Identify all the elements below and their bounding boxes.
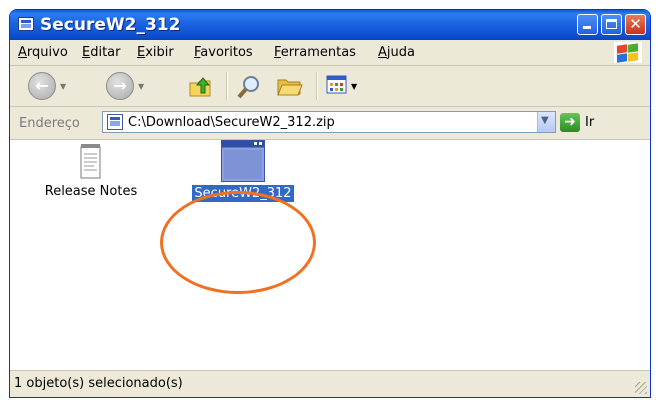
forward-arrow-icon: → [113, 76, 127, 95]
text-document-icon [80, 144, 101, 179]
menu-arquivo[interactable]: Arquivo [18, 45, 68, 60]
forward-dropdown-icon[interactable]: ▼ [138, 82, 144, 91]
folders-icon [277, 79, 303, 96]
file-item-release-notes[interactable]: Release Notes [36, 144, 146, 199]
menu-favoritos[interactable]: Favoritos [194, 45, 253, 60]
maximize-button[interactable] [601, 14, 622, 35]
views-button[interactable] [326, 74, 352, 98]
forward-button[interactable]: → [106, 72, 134, 100]
toolbar-separator [226, 72, 228, 100]
address-value: C:\Download\SecureW2_312.zip [128, 115, 335, 130]
address-bar: Endereço C:\Download\SecureW2_312.zip ▼ … [10, 107, 650, 140]
address-label: Endereço [19, 116, 80, 131]
application-window-icon [221, 140, 265, 182]
menu-exibir[interactable]: Exibir [137, 45, 174, 60]
toolbar-separator [316, 72, 318, 100]
go-arrow-icon: ➜ [564, 114, 576, 130]
highlight-annotation [160, 191, 316, 294]
minimize-button[interactable] [577, 14, 598, 35]
up-folder-icon [189, 77, 211, 97]
folders-button[interactable] [276, 74, 303, 98]
menu-ajuda[interactable]: Ajuda [378, 45, 415, 60]
up-folder-button[interactable] [188, 74, 214, 98]
close-button[interactable]: ✕ [625, 14, 646, 35]
minimize-icon [583, 26, 591, 29]
views-dropdown-icon[interactable]: ▼ [351, 82, 357, 91]
maximize-icon [606, 19, 617, 29]
search-button[interactable] [236, 74, 262, 99]
search-icon [237, 76, 259, 99]
title-bar[interactable]: SecureW2_312 ✕ [10, 10, 650, 40]
address-dropdown-button[interactable]: ▼ [537, 112, 555, 132]
standard-toolbar: ← ▼ → ▼ ▼ [10, 66, 650, 107]
menu-editar[interactable]: Editar [82, 45, 121, 60]
file-list[interactable]: Release Notes SecureW2_312 [10, 140, 650, 370]
file-label: Release Notes [44, 184, 138, 199]
zip-folder-icon [18, 17, 34, 31]
menu-ferramentas[interactable]: Ferramentas [274, 45, 356, 60]
address-input[interactable]: C:\Download\SecureW2_312.zip ▼ [102, 111, 556, 133]
status-text: 1 objeto(s) selecionado(s) [14, 376, 183, 391]
views-icon [326, 75, 347, 94]
go-label[interactable]: Ir [585, 115, 594, 130]
back-button[interactable]: ← [28, 72, 56, 100]
go-button[interactable]: ➜ [560, 113, 580, 132]
windows-logo-icon [614, 42, 642, 63]
chevron-down-icon: ▼ [541, 115, 549, 126]
zip-folder-icon [107, 114, 123, 130]
window-title: SecureW2_312 [40, 15, 181, 35]
menu-bar: Arquivo Editar Exibir Favoritos Ferramen… [10, 40, 650, 66]
resize-grip-icon[interactable] [635, 382, 647, 394]
back-dropdown-icon[interactable]: ▼ [60, 82, 66, 91]
close-icon: ✕ [629, 15, 642, 33]
explorer-window: SecureW2_312 ✕ Arquivo Editar Exibir Fav… [9, 9, 651, 398]
status-bar: 1 objeto(s) selecionado(s) [10, 370, 650, 397]
back-arrow-icon: ← [35, 76, 49, 95]
